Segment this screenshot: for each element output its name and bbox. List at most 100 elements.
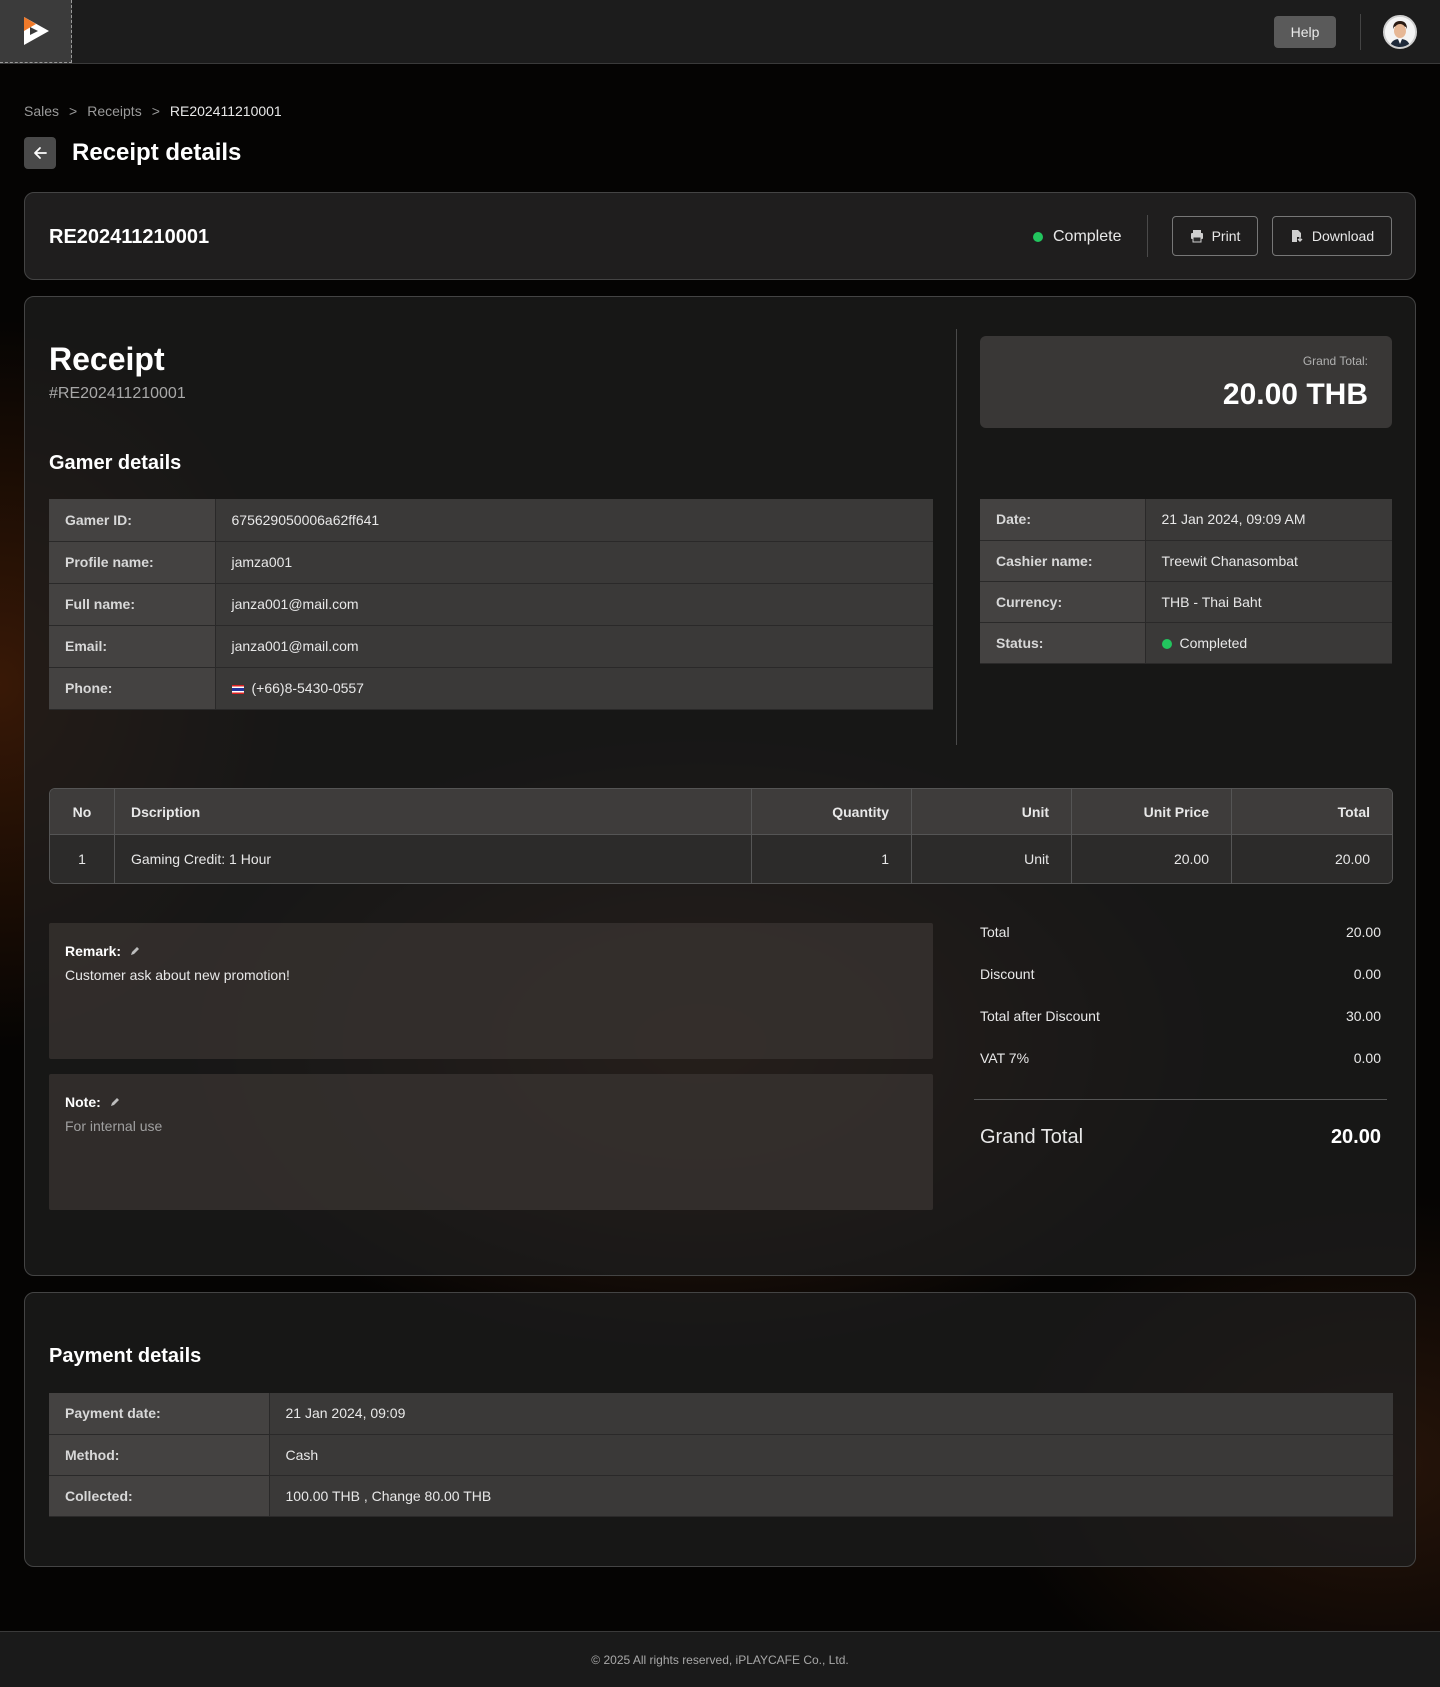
column-header-unit: Unit (912, 789, 1072, 835)
items-table: No Dscription Quantity Unit Unit Price T… (49, 788, 1393, 884)
vertical-divider (956, 329, 957, 745)
summary-value: 20.00 (1345, 924, 1381, 940)
method-value: Cash (269, 1434, 1393, 1476)
table-row: 1 Gaming Credit: 1 Hour 1 Unit 20.00 20.… (50, 835, 1392, 883)
print-label: Print (1211, 228, 1241, 244)
item-total: 20.00 (1232, 835, 1392, 883)
summary-value: 0.00 (1353, 1050, 1381, 1066)
header-divider (1147, 215, 1148, 257)
currency-value: THB - Thai Baht (1145, 581, 1392, 623)
arrow-left-icon (34, 147, 47, 159)
download-button[interactable]: Download (1272, 216, 1392, 256)
date-label: Date: (980, 499, 1146, 541)
note-box: Note: For internal use (49, 1074, 933, 1210)
item-description: Gaming Credit: 1 Hour (115, 835, 752, 883)
remark-label: Remark: (65, 943, 122, 959)
status-dot-icon (1033, 232, 1043, 242)
breadcrumb-separator: > (151, 103, 160, 119)
remark-header: Remark: (65, 943, 141, 959)
table-row: Full name: janza001@mail.com (49, 583, 933, 626)
profile-name-label: Profile name: (49, 541, 216, 584)
currency-label: Currency: (980, 581, 1146, 623)
top-navigation-bar: Help (0, 0, 1440, 64)
summary-value: 0.00 (1353, 966, 1381, 982)
column-header-total: Total (1232, 789, 1392, 835)
breadcrumb-item-receipts[interactable]: Receipts (87, 103, 141, 119)
item-quantity: 1 (752, 835, 912, 883)
summary-label: VAT 7% (980, 1050, 1030, 1066)
receipt-number: #RE202411210001 (49, 385, 186, 402)
summary-label: Total after Discount (980, 1008, 1100, 1024)
full-name-label: Full name: (49, 583, 216, 626)
receipt-id: RE202411210001 (49, 226, 210, 248)
remark-text: Customer ask about new promotion! (65, 967, 290, 983)
play-logo-icon (23, 17, 49, 45)
edit-pencil-icon[interactable] (129, 945, 141, 957)
thailand-flag-icon (231, 684, 244, 694)
print-button[interactable]: Print (1172, 216, 1258, 256)
collected-label: Collected: (49, 1475, 270, 1517)
item-unit-price: 20.00 (1072, 835, 1232, 883)
summary-label: Discount (980, 966, 1035, 982)
gamer-details-table: Gamer ID: 675629050006a62ff641 Profile n… (49, 499, 933, 710)
profile-name-value: jamza001 (215, 541, 933, 584)
summary-label: Total (980, 924, 1010, 940)
table-row: Method: Cash (49, 1434, 1393, 1476)
payment-date-value: 21 Jan 2024, 09:09 (269, 1393, 1393, 1435)
table-row: Profile name: jamza001 (49, 541, 933, 584)
printer-icon (1190, 230, 1203, 243)
full-name-value: janza001@mail.com (215, 583, 933, 626)
table-row: Collected: 100.00 THB , Change 80.00 THB (49, 1475, 1393, 1517)
date-value: 21 Jan 2024, 09:09 AM (1145, 499, 1392, 541)
phone-label: Phone: (49, 667, 216, 710)
summary-divider (974, 1099, 1387, 1100)
receipt-title: Receipt (49, 341, 165, 377)
phone-cell: (+66)8-5430-0557 (215, 667, 933, 710)
receipt-info-table: Date: 21 Jan 2024, 09:09 AM Cashier name… (980, 499, 1392, 664)
status-cell: Completed (1145, 622, 1392, 664)
summary-grand-total-value: 20.00 (1330, 1126, 1381, 1148)
user-avatar[interactable] (1383, 15, 1417, 49)
column-header-unit-price: Unit Price (1072, 789, 1232, 835)
user-avatar-icon (1385, 17, 1415, 47)
gamer-details-title: Gamer details (49, 452, 182, 474)
grand-total-box: Grand Total: 20.00 THB (980, 336, 1392, 428)
app-logo[interactable] (0, 0, 72, 63)
column-header-no: No (50, 789, 115, 835)
table-row: Payment date: 21 Jan 2024, 09:09 (49, 1393, 1393, 1435)
topbar-divider (1360, 14, 1361, 50)
email-value: janza001@mail.com (215, 625, 933, 668)
back-button[interactable] (24, 137, 56, 169)
breadcrumb-separator: > (69, 103, 78, 119)
column-header-quantity: Quantity (752, 789, 912, 835)
receipt-header-card: RE202411210001 Complete Print Download (24, 192, 1416, 280)
grand-total-value: 20.00 THB (1222, 378, 1368, 411)
table-row: Email: janza001@mail.com (49, 625, 933, 668)
note-label: Note: (65, 1094, 101, 1110)
gamer-id-value: 675629050006a62ff641 (215, 499, 933, 542)
page-title: Receipt details (72, 139, 242, 166)
phone-value: (+66)8-5430-0557 (251, 680, 364, 696)
summary-row-total: Total 20.00 (980, 924, 1381, 940)
gamer-id-label: Gamer ID: (49, 499, 216, 542)
summary-row-total-after-discount: Total after Discount 30.00 (980, 1008, 1381, 1024)
table-row: Cashier name: Treewit Chanasombat (980, 540, 1392, 582)
summary-row-discount: Discount 0.00 (980, 966, 1381, 982)
table-row: Status: Completed (980, 622, 1392, 664)
remark-box: Remark: Customer ask about new promotion… (49, 923, 933, 1059)
receipt-card: Receipt #RE202411210001 Gamer details Ga… (24, 296, 1416, 1276)
edit-pencil-icon[interactable] (109, 1096, 121, 1108)
note-placeholder[interactable]: For internal use (65, 1118, 162, 1134)
status-indicator: Complete (1033, 228, 1121, 246)
payment-date-label: Payment date: (49, 1393, 270, 1435)
help-button[interactable]: Help (1274, 16, 1336, 48)
status-dot-icon (1161, 638, 1172, 649)
breadcrumb: Sales > Receipts > RE202411210001 (24, 103, 282, 119)
summary-row-vat: VAT 7% 0.00 (980, 1050, 1381, 1066)
column-header-description: Dscription (115, 789, 752, 835)
table-row: Gamer ID: 675629050006a62ff641 (49, 499, 933, 542)
note-header: Note: (65, 1094, 121, 1110)
grand-total-label: Grand Total: (1302, 354, 1368, 368)
footer-copyright: © 2025 All rights reserved, iPLAYCAFE Co… (591, 1652, 849, 1667)
breadcrumb-item-sales[interactable]: Sales (24, 103, 59, 119)
